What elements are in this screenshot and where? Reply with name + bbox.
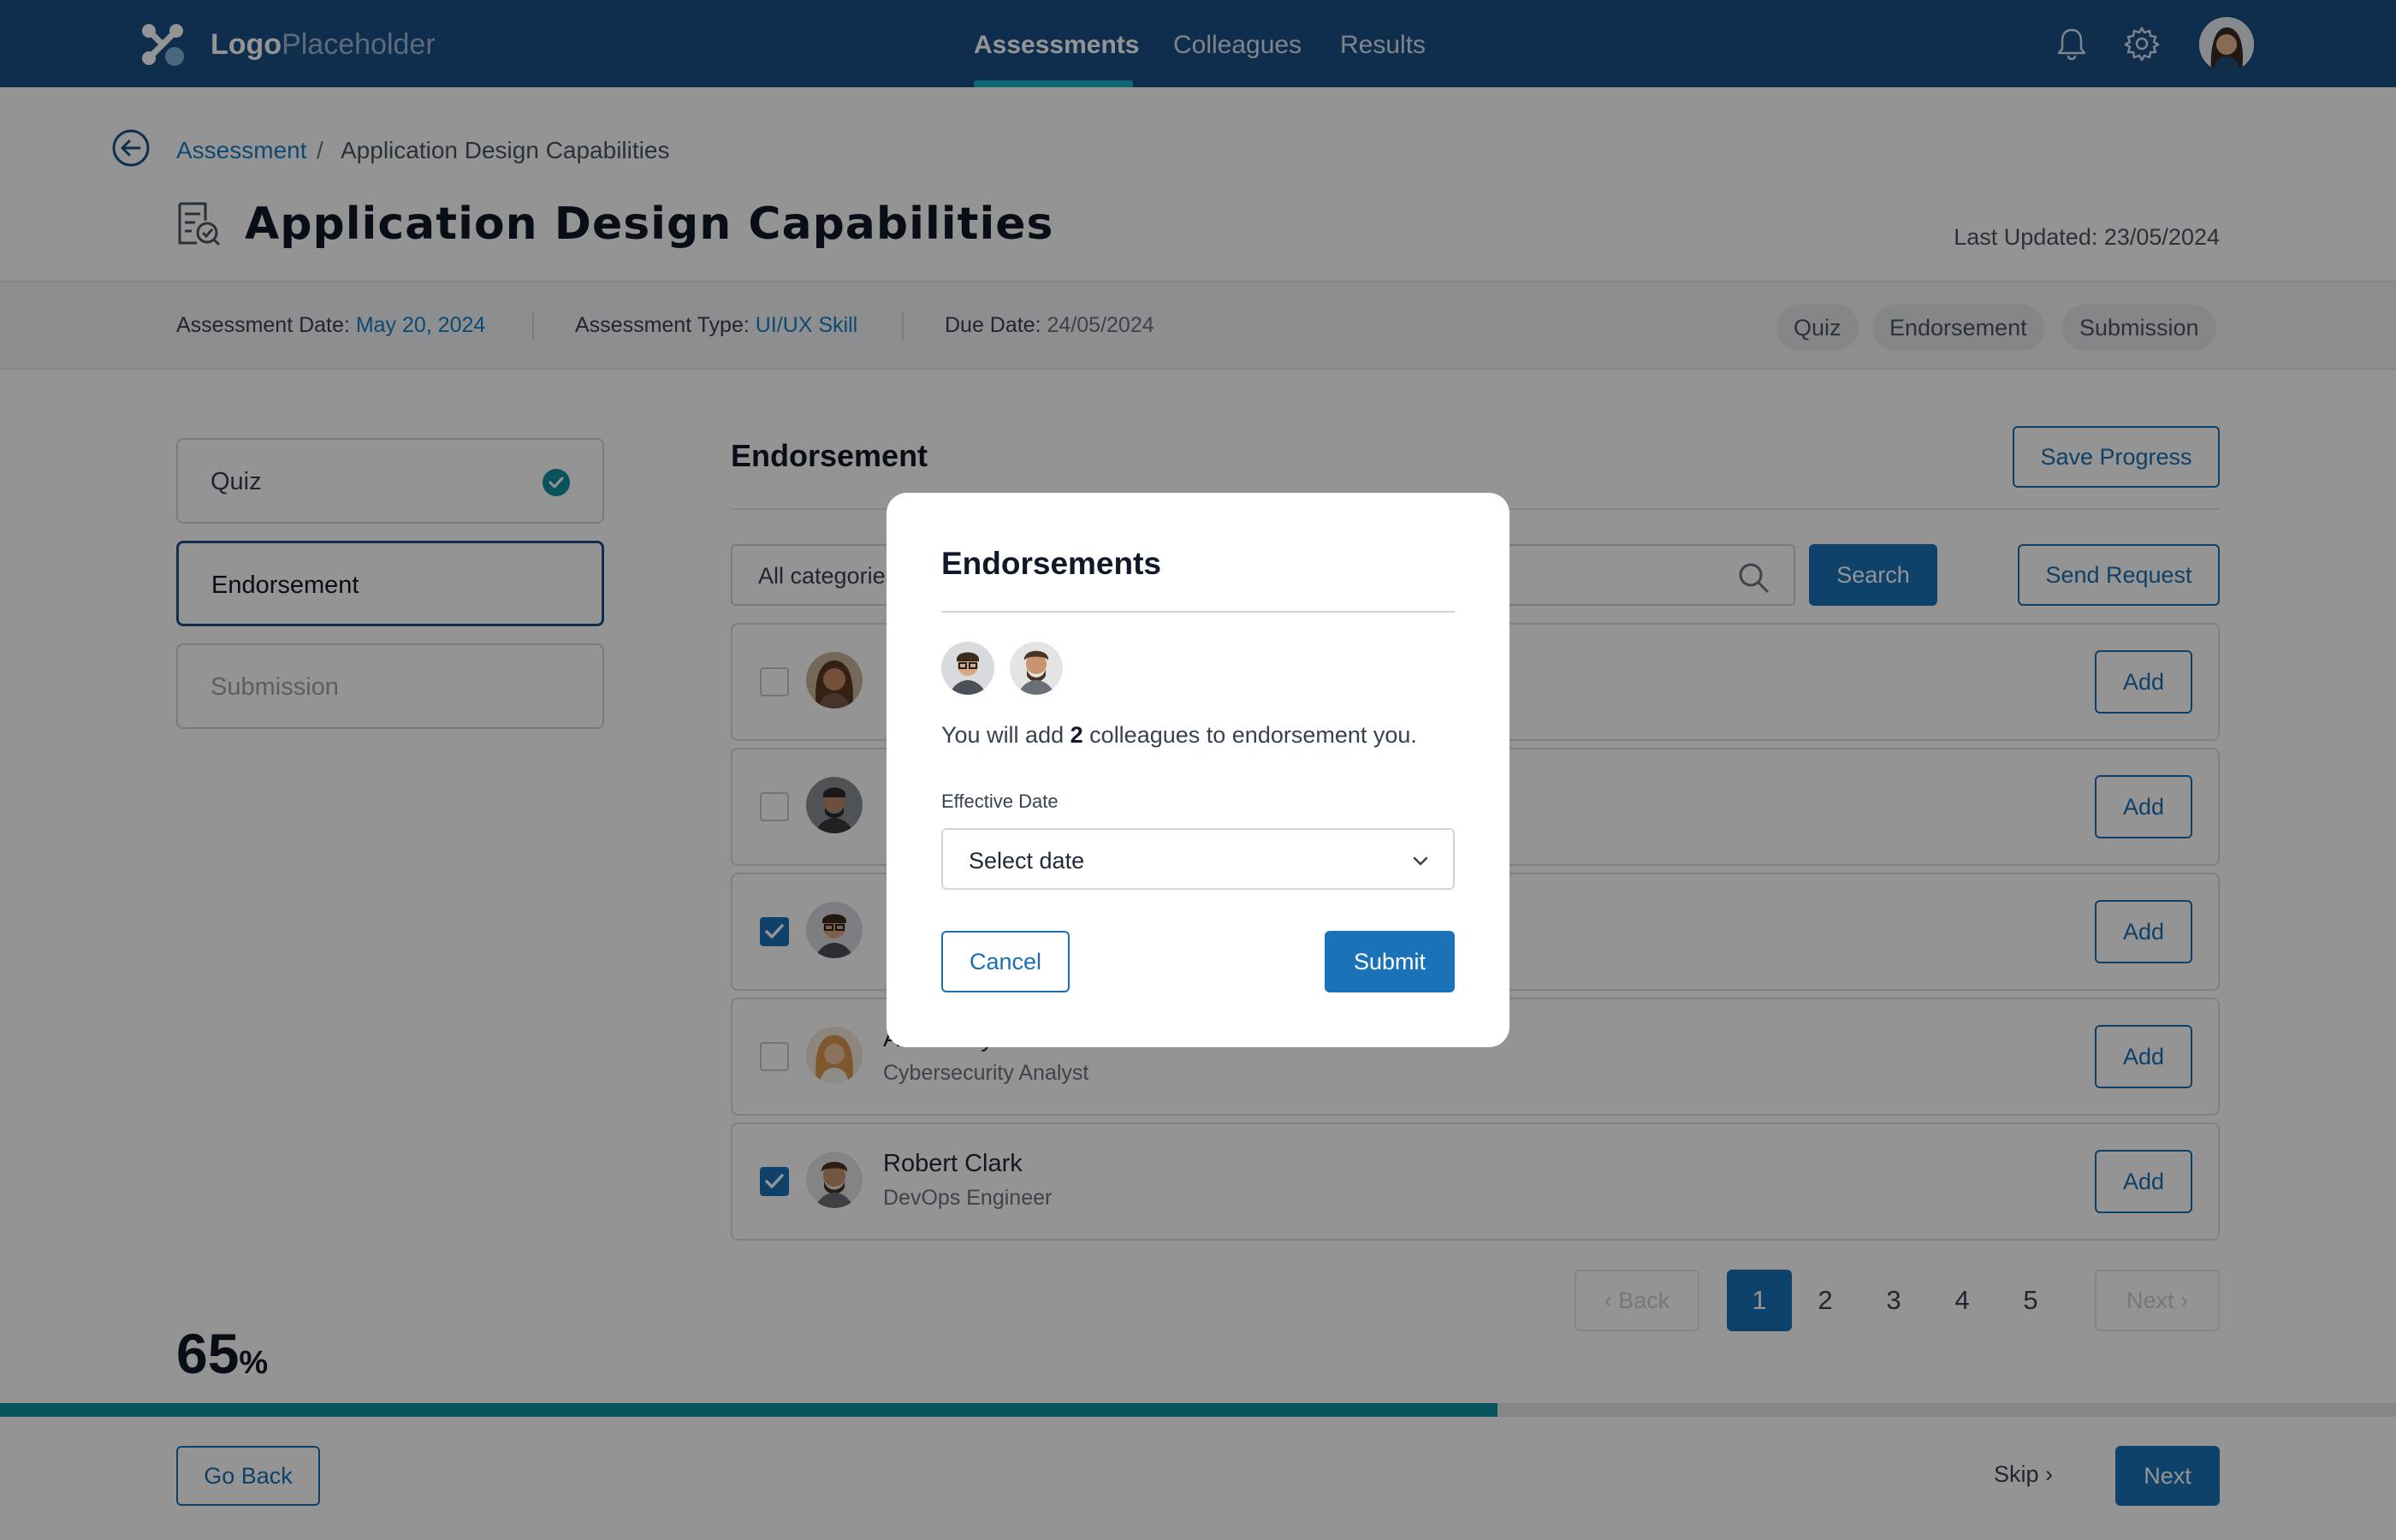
effective-date-label: Effective Date — [941, 791, 1059, 812]
selected-colleague-avatar — [940, 640, 996, 696]
dialog-message: You will add 2 colleagues to endorsement… — [941, 722, 1417, 748]
select-value: Select date — [969, 848, 1085, 874]
submit-button[interactable]: Submit — [1325, 931, 1455, 992]
dialog-divider — [941, 611, 1455, 613]
chevron-down-icon — [1413, 856, 1428, 866]
effective-date-select[interactable]: Select date — [941, 828, 1455, 890]
endorsements-dialog: Endorsements You will add 2 colleagues t… — [887, 493, 1509, 1047]
dialog-title: Endorsements — [941, 546, 1162, 581]
cancel-button[interactable]: Cancel — [941, 931, 1070, 992]
selected-colleague-avatar — [1008, 640, 1065, 696]
